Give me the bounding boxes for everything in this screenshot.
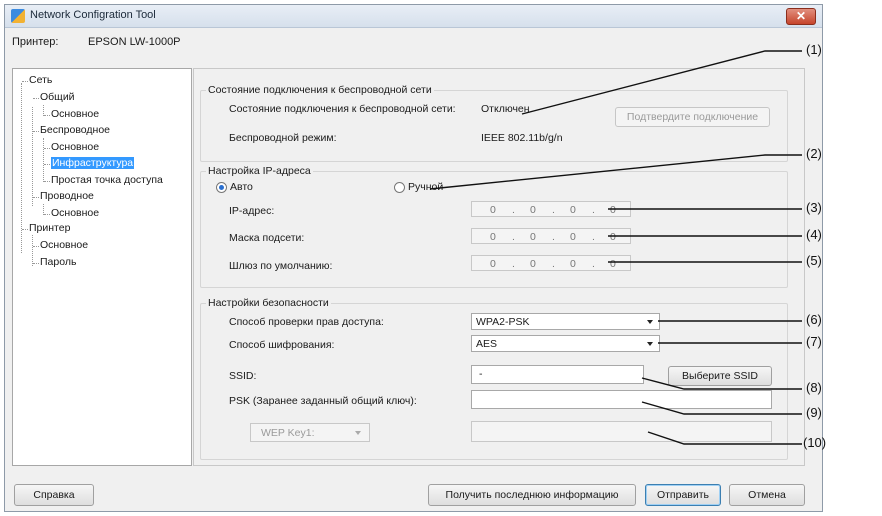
callout-line-9 [641, 401, 802, 415]
callout-label: (3) [806, 200, 822, 215]
callout-line-2 [429, 154, 802, 190]
callout-label: (4) [806, 227, 822, 242]
callout-label: (5) [806, 253, 822, 268]
callout-label: (8) [806, 380, 822, 395]
callout-lines [429, 50, 802, 445]
callout-label: (6) [806, 312, 822, 327]
callout-label: (7) [806, 334, 822, 349]
callout-line-1 [521, 50, 802, 115]
callout-line-10 [647, 431, 802, 445]
callout-label: (1) [806, 42, 822, 57]
callout-label: (2) [806, 146, 822, 161]
callout-label: (9) [806, 405, 822, 420]
callout-line-8 [641, 377, 802, 390]
callout-label: (10) [803, 435, 827, 450]
